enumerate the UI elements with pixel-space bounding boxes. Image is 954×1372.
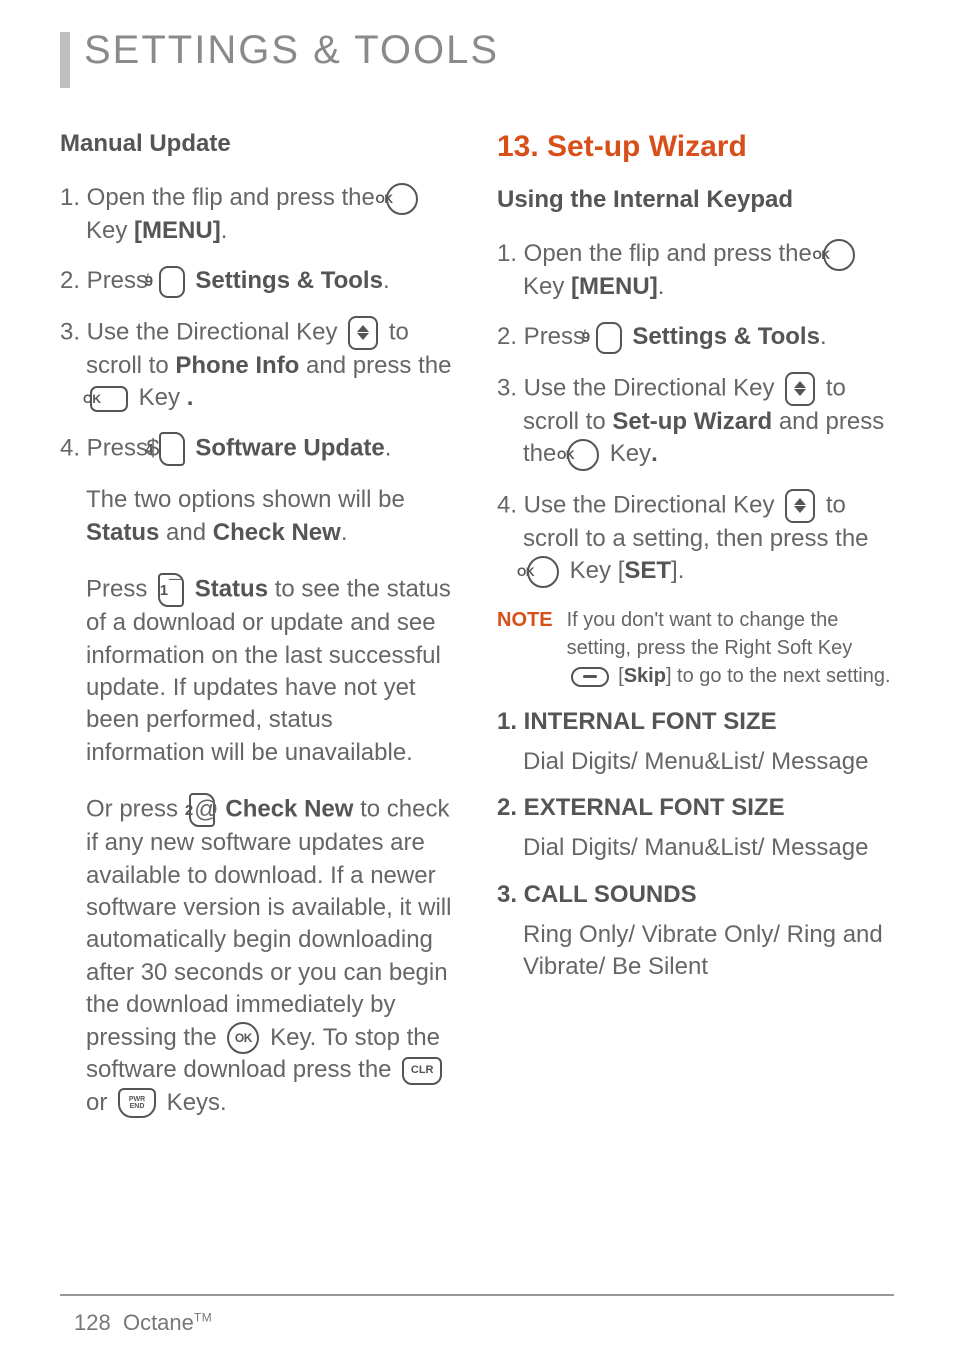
setting-1-options: Dial Digits/ Menu&List/ Message xyxy=(497,746,894,778)
pwr-end-key-icon: PWREND xyxy=(118,1088,156,1118)
directional-key-icon xyxy=(348,316,378,350)
page-header: SETTINGS & TOOLS xyxy=(60,30,894,88)
trademark: TM xyxy=(194,1311,212,1325)
text: and press the xyxy=(299,352,451,379)
right-step-2: 2. Press 9′ Settings & Tools. xyxy=(497,321,894,354)
footer-rule xyxy=(60,1294,894,1296)
clr-key-icon: CLR xyxy=(402,1057,442,1085)
right-step-1: 1. Open the flip and press the OK Key [M… xyxy=(497,238,894,303)
text: 2. Press xyxy=(497,323,592,350)
page-footer: 128 OctaneTM xyxy=(74,1310,212,1336)
text: 4. Press xyxy=(60,435,155,462)
note-body: If you don't want to change the setting,… xyxy=(567,606,894,690)
text: . xyxy=(221,217,228,244)
ok-key-rect-icon: OK xyxy=(90,386,128,412)
setting-3-options: Ring Only/ Vibrate Only/ Ring and Vibrat… xyxy=(497,919,894,984)
text: The two options shown will be xyxy=(86,486,405,513)
text: . xyxy=(651,440,658,467)
four-key-icon: 4$ xyxy=(159,432,185,466)
text: . xyxy=(341,519,348,546)
text: . xyxy=(187,384,194,411)
settings-tools-label: Settings & Tools xyxy=(632,323,820,350)
text: 1. Open the flip and press the xyxy=(497,240,819,267)
left-para-options: The two options shown will be Status and… xyxy=(60,484,457,549)
one-key-icon: 1¯ xyxy=(158,573,184,607)
text: 3. Use the Directional Key xyxy=(497,374,781,401)
left-step-4: 4. Press 4$ Software Update. xyxy=(60,432,457,466)
text: Key xyxy=(139,384,187,411)
right-soft-key-icon xyxy=(571,667,609,687)
right-column: 13. Set-up Wizard Using the Internal Key… xyxy=(497,130,894,1143)
internal-keypad-heading: Using the Internal Keypad xyxy=(497,186,894,214)
ok-key-icon: OK xyxy=(567,439,599,471)
ok-key-icon: OK xyxy=(527,556,559,588)
settings-tools-label: Settings & Tools xyxy=(195,267,383,294)
ok-key-icon: OK xyxy=(386,183,418,215)
text: 2. Press xyxy=(60,267,155,294)
right-step-4: 4. Use the Directional Key to scroll to … xyxy=(497,489,894,588)
text: ] to go to the next setting. xyxy=(666,665,891,687)
phone-info-label: Phone Info xyxy=(175,352,299,379)
text: Key xyxy=(86,217,134,244)
text: ]. xyxy=(671,557,684,584)
menu-label: [MENU] xyxy=(571,273,658,300)
text: Keys. xyxy=(160,1089,227,1116)
text: to check if any new software updates are… xyxy=(86,796,451,1051)
page-title: SETTINGS & TOOLS xyxy=(84,30,499,70)
setting-2-head: 2. EXTERNAL FONT SIZE xyxy=(497,794,894,822)
text: Key xyxy=(523,273,571,300)
skip-label: Skip xyxy=(624,665,666,687)
note-block: NOTE If you don't want to change the set… xyxy=(497,606,894,690)
setting-2-options: Dial Digits/ Manu&List/ Message xyxy=(497,832,894,864)
text: to see the status of a download or updat… xyxy=(86,576,451,766)
text: Press xyxy=(86,576,154,603)
setup-wizard-section-title: 13. Set-up Wizard xyxy=(497,130,894,164)
two-key-icon: 2@ xyxy=(189,793,215,827)
directional-key-icon xyxy=(785,489,815,523)
setup-wizard-label: Set-up Wizard xyxy=(612,408,772,435)
text: . xyxy=(820,323,827,350)
text: Or press xyxy=(86,796,185,823)
title-accent-bar xyxy=(60,32,70,88)
nine-key-icon: 9′ xyxy=(596,322,622,354)
left-para-checknew: Or press 2@ Check New to check if any ne… xyxy=(60,793,457,1119)
check-new-label: Check New xyxy=(213,519,341,546)
menu-label: [MENU] xyxy=(134,217,221,244)
ok-key-icon: OK xyxy=(227,1022,259,1054)
left-para-status: Press 1¯ Status to see the status of a d… xyxy=(60,573,457,769)
note-label: NOTE xyxy=(497,606,553,690)
status-label: Status xyxy=(195,576,268,603)
left-step-2: 2. Press 9′ Settings & Tools. xyxy=(60,265,457,298)
setting-1-head: 1. INTERNAL FONT SIZE xyxy=(497,708,894,736)
set-label: SET xyxy=(624,557,671,584)
directional-key-icon xyxy=(785,372,815,406)
text: or xyxy=(86,1089,114,1116)
two-column-layout: Manual Update 1. Open the flip and press… xyxy=(60,130,894,1143)
text: Key xyxy=(603,440,651,467)
manual-page: SETTINGS & TOOLS Manual Update 1. Open t… xyxy=(0,0,954,1372)
check-new-label: Check New xyxy=(225,796,353,823)
status-label: Status xyxy=(86,519,159,546)
manual-update-heading: Manual Update xyxy=(60,130,457,158)
ok-key-icon: OK xyxy=(823,239,855,271)
software-update-label: Software Update xyxy=(195,435,384,462)
text: . xyxy=(383,267,390,294)
nine-key-icon: 9′ xyxy=(159,266,185,298)
setting-3-head: 3. CALL SOUNDS xyxy=(497,881,894,909)
text: 3. Use the Directional Key xyxy=(60,318,344,345)
left-column: Manual Update 1. Open the flip and press… xyxy=(60,130,457,1143)
text: and xyxy=(159,519,212,546)
text: If you don't want to change the setting,… xyxy=(567,609,853,659)
left-step-3: 3. Use the Directional Key to scroll to … xyxy=(60,316,457,415)
right-step-3: 3. Use the Directional Key to scroll to … xyxy=(497,372,894,471)
text: 4. Use the Directional Key xyxy=(497,491,781,518)
text: . xyxy=(385,435,392,462)
page-number: 128 xyxy=(74,1310,111,1335)
text: Key [ xyxy=(563,557,624,584)
model-name: Octane xyxy=(123,1310,194,1335)
text: . xyxy=(658,273,665,300)
text: 1. Open the flip and press the xyxy=(60,184,382,211)
left-step-1: 1. Open the flip and press the OK Key [M… xyxy=(60,182,457,247)
